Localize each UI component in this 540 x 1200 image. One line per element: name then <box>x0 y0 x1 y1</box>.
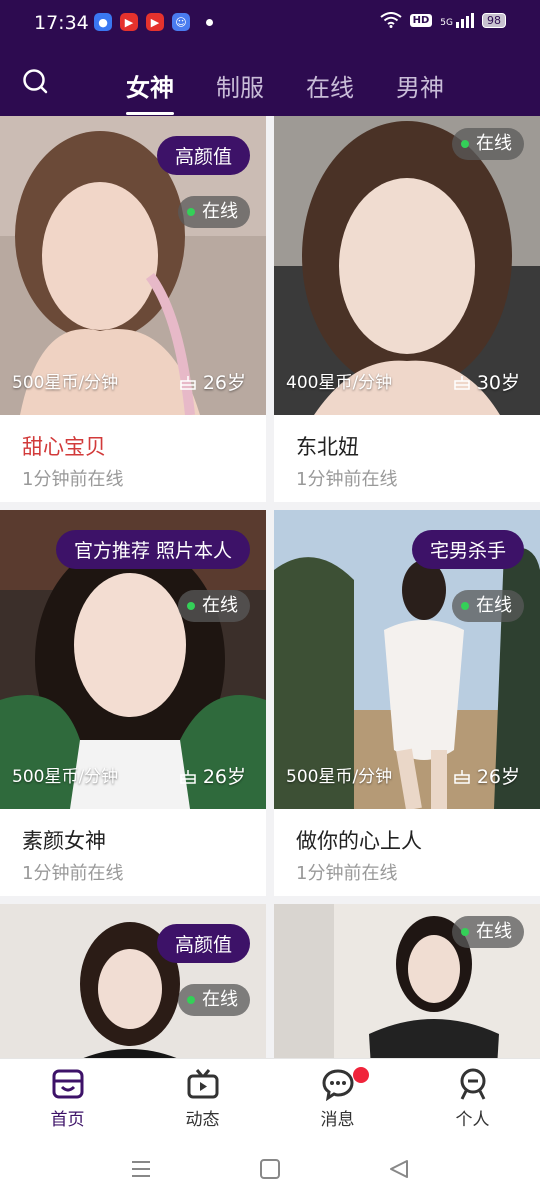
tab-online[interactable]: 在线 <box>306 68 354 103</box>
profile-card[interactable]: 在线 400星币/分钟 30岁 东北妞 1分钟前在线 <box>274 116 540 502</box>
age-label: 26岁 <box>453 762 520 789</box>
tab-male[interactable]: 男神 <box>396 68 444 103</box>
profile-photo[interactable]: 在线 400星币/分钟 30岁 <box>274 116 540 415</box>
chat-icon <box>321 1069 354 1101</box>
tab-goddess[interactable]: 女神 <box>126 68 174 115</box>
profile-photo[interactable]: 高颜值 在线 500星币/分钟 26岁 <box>0 116 266 415</box>
online-status-badge: 在线 <box>452 916 524 948</box>
battery-indicator: 98 <box>482 12 506 28</box>
profile-photo[interactable]: 高颜值 在线 <box>0 904 266 1058</box>
status-bar: 17:34 ● ▶ ▶ ☺ HD 5G 98 <box>0 0 540 48</box>
age-value: 26岁 <box>202 372 246 394</box>
profile-tag: 高颜值 <box>156 136 250 175</box>
call-price: 500星币/分钟 <box>12 373 119 393</box>
home-icon <box>52 1069 83 1099</box>
shortvideo-notification-icon: ▶ <box>146 13 164 31</box>
profile-tag: 高颜值 <box>156 924 250 963</box>
game-notification-icon: ☺ <box>172 13 190 31</box>
profile-grid: 高颜值 在线 500星币/分钟 26岁 甜心宝贝 1分钟前在线 在线 400星币… <box>0 116 540 1058</box>
home-square-icon[interactable] <box>259 1158 281 1180</box>
profile-name: 东北妞 <box>296 435 359 459</box>
tv-icon <box>187 1069 218 1099</box>
online-status-badge: 在线 <box>178 984 250 1016</box>
age-label: 26岁 <box>179 762 246 789</box>
profile-card[interactable]: 高颜值 在线 <box>0 904 266 1058</box>
age-label: 30岁 <box>453 368 520 395</box>
profile-name: 甜心宝贝 <box>22 435 106 459</box>
nav-profile[interactable]: 个人 <box>405 1059 540 1140</box>
age-label: 26岁 <box>179 368 246 395</box>
profile-photo[interactable]: 宅男杀手 在线 500星币/分钟 26岁 <box>274 510 540 809</box>
bottom-navigation: 首页 动态 消息 个人 <box>0 1058 540 1140</box>
cake-icon <box>180 375 196 390</box>
wifi-icon <box>380 12 402 28</box>
online-status-badge: 在线 <box>452 128 524 160</box>
person-icon <box>460 1068 485 1100</box>
age-value: 26岁 <box>202 766 246 788</box>
last-online: 1分钟前在线 <box>22 469 124 490</box>
cake-icon <box>180 769 196 784</box>
profile-tag: 官方推荐 照片本人 <box>55 530 250 569</box>
top-navigation: 女神 制服 在线 男神 <box>0 48 540 116</box>
notification-icons: ● ▶ ▶ ☺ <box>94 13 213 31</box>
hd-badge: HD <box>409 13 433 27</box>
last-online: 1分钟前在线 <box>22 863 124 884</box>
system-navigation-bar <box>0 1140 540 1200</box>
profile-photo[interactable]: 官方推荐 照片本人 在线 500星币/分钟 26岁 <box>0 510 266 809</box>
search-icon[interactable] <box>22 68 48 94</box>
profile-card[interactable]: 官方推荐 照片本人 在线 500星币/分钟 26岁 素颜女神 1分钟前在线 <box>0 510 266 896</box>
signal-label: 5G <box>440 17 453 28</box>
card-info: 做你的心上人 1分钟前在线 <box>274 809 540 896</box>
profile-photo[interactable]: 在线 <box>274 904 540 1058</box>
online-status-badge: 在线 <box>178 196 250 228</box>
profile-card[interactable]: 高颜值 在线 500星币/分钟 26岁 甜心宝贝 1分钟前在线 <box>0 116 266 502</box>
last-online: 1分钟前在线 <box>296 469 398 490</box>
last-online: 1分钟前在线 <box>296 863 398 884</box>
age-value: 30岁 <box>476 372 520 394</box>
app-notification-icon: ● <box>94 13 112 31</box>
menu-icon[interactable] <box>130 1159 152 1179</box>
call-price: 500星币/分钟 <box>12 767 119 787</box>
nav-feed-label: 动态 <box>185 1110 220 1130</box>
back-icon[interactable] <box>388 1158 410 1180</box>
nav-feed[interactable]: 动态 <box>135 1059 270 1140</box>
age-value: 26岁 <box>476 766 520 788</box>
profile-card[interactable]: 在线 <box>274 904 540 1058</box>
unread-badge <box>353 1067 369 1083</box>
call-price: 400星币/分钟 <box>286 373 393 393</box>
online-status-badge: 在线 <box>178 590 250 622</box>
nav-home-label: 首页 <box>50 1110 85 1130</box>
card-info: 素颜女神 1分钟前在线 <box>0 809 266 896</box>
card-info: 甜心宝贝 1分钟前在线 <box>0 415 266 502</box>
more-notifications-dot <box>206 18 213 26</box>
call-price: 500星币/分钟 <box>286 767 393 787</box>
nav-messages[interactable]: 消息 <box>270 1059 405 1140</box>
profile-tag: 宅男杀手 <box>411 530 524 569</box>
nav-messages-label: 消息 <box>320 1110 355 1130</box>
profile-name: 做你的心上人 <box>296 829 422 853</box>
nav-home[interactable]: 首页 <box>0 1059 135 1140</box>
signal-icon: 5G <box>440 12 474 28</box>
cake-icon <box>454 769 470 784</box>
online-status-badge: 在线 <box>452 590 524 622</box>
category-tabs: 女神 制服 在线 男神 <box>126 68 444 115</box>
profile-card[interactable]: 宅男杀手 在线 500星币/分钟 26岁 做你的心上人 1分钟前在线 <box>274 510 540 896</box>
profile-name: 素颜女神 <box>22 829 106 853</box>
card-info: 东北妞 1分钟前在线 <box>274 415 540 502</box>
status-time: 17:34 <box>34 12 89 34</box>
status-indicators: HD 5G 98 <box>380 12 506 28</box>
video-notification-icon: ▶ <box>120 13 138 31</box>
tab-uniform[interactable]: 制服 <box>216 68 264 103</box>
nav-profile-label: 个人 <box>455 1110 490 1130</box>
cake-icon <box>454 375 470 390</box>
